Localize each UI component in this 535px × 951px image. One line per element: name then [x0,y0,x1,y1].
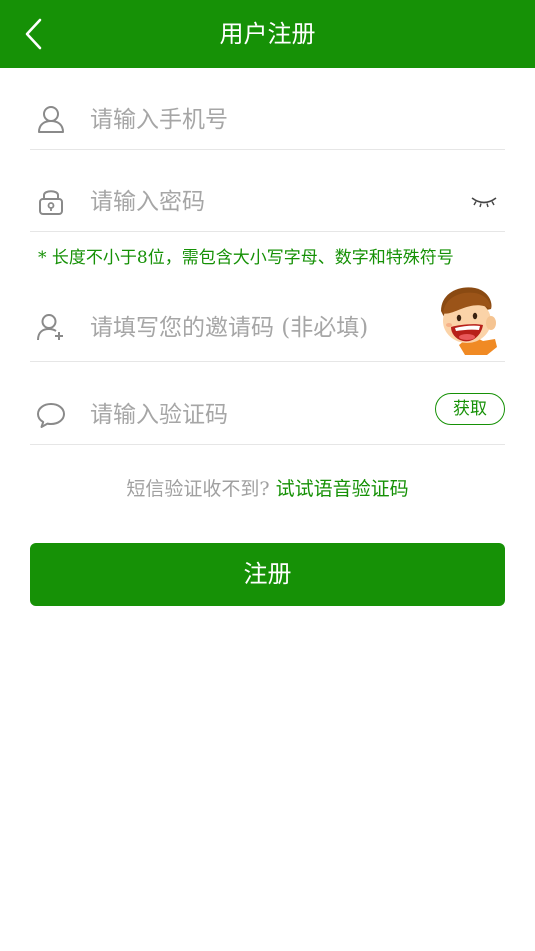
cartoon-boy-icon [437,285,505,357]
eye-closed-icon [471,197,497,208]
app-header: 用户注册 [0,0,535,68]
voice-code-link[interactable]: 试试语音验证码 [276,478,409,500]
invite-row [30,298,505,362]
speech-bubble-icon [36,399,66,429]
voice-verification-line: 短信验证收不到? 试试语音验证码 [0,474,535,501]
user-add-icon [36,312,66,342]
phone-row [30,90,505,150]
invite-code-input[interactable] [90,310,430,346]
get-code-button[interactable]: 获取 [435,393,505,425]
lock-icon [36,186,66,216]
password-input[interactable] [90,184,440,220]
page-title: 用户注册 [219,20,316,48]
register-button[interactable]: 注册 [30,543,505,606]
password-toggle-button[interactable] [467,190,501,214]
password-hint: * 长度不小于8位，需包含大小写字母、数字和特殊符号 [38,248,454,268]
user-icon [36,104,66,134]
verification-code-row: 获取 [30,385,505,445]
verification-code-input[interactable] [90,397,410,433]
sms-not-received-text: 短信验证收不到? [126,478,270,500]
phone-input[interactable] [90,102,490,138]
password-row [30,172,505,232]
